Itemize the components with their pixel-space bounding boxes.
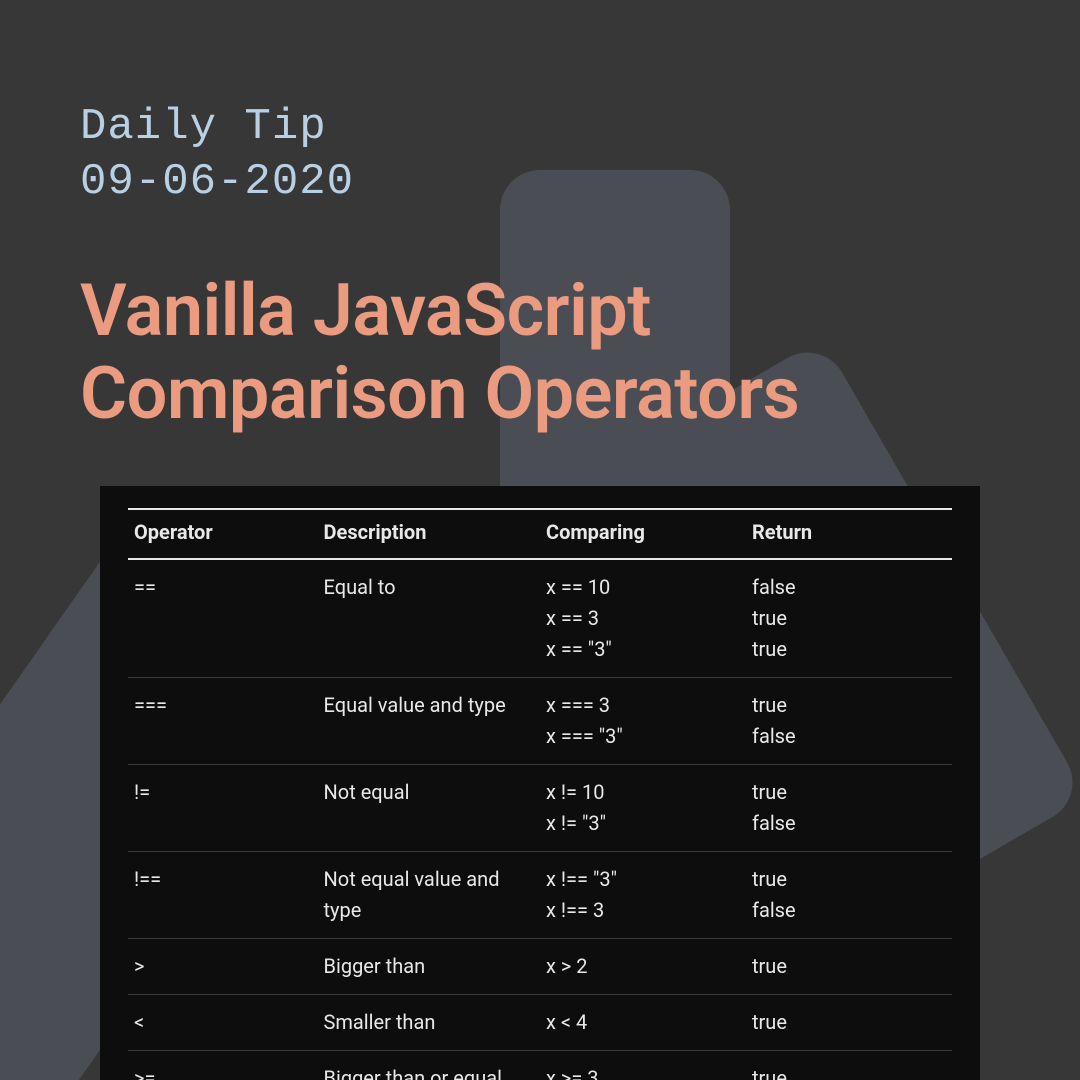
cell-return: falsetruetrue	[746, 559, 952, 678]
cell-description: Bigger than	[318, 938, 540, 994]
operators-table: Operator Description Comparing Return ==…	[128, 508, 952, 1080]
cell-operator: <	[128, 994, 318, 1050]
return-value: true	[752, 777, 946, 808]
return-value: true	[752, 603, 946, 634]
page-content: Daily Tip 09-06-2020 Vanilla JavaScript …	[0, 0, 1080, 1080]
table-row: ==Equal tox == 10x == 3x == "3"falsetrue…	[128, 559, 952, 678]
cell-comparing: x === 3x === "3"	[540, 677, 746, 764]
comparing-value: x !== "3"	[546, 864, 740, 895]
return-value: false	[752, 808, 946, 839]
cell-description: Equal to	[318, 559, 540, 678]
cell-comparing: x !== "3"x !== 3	[540, 851, 746, 938]
cell-description: Not equal value and type	[318, 851, 540, 938]
operators-table-card: Operator Description Comparing Return ==…	[100, 486, 980, 1080]
return-value: true	[752, 864, 946, 895]
cell-return: truefalse	[746, 851, 952, 938]
cell-description: Equal value and type	[318, 677, 540, 764]
col-header-operator: Operator	[128, 509, 318, 559]
kicker-label: Daily Tip	[80, 100, 1000, 155]
comparing-value: x != "3"	[546, 808, 740, 839]
table-header-row: Operator Description Comparing Return	[128, 509, 952, 559]
col-header-description: Description	[318, 509, 540, 559]
return-value: true	[752, 951, 946, 982]
cell-operator: ===	[128, 677, 318, 764]
comparing-value: x != 10	[546, 777, 740, 808]
comparing-value: x == 3	[546, 603, 740, 634]
return-value: true	[752, 634, 946, 665]
table-row: >Bigger thanx > 2 true	[128, 938, 952, 994]
return-value: true	[752, 690, 946, 721]
cell-return: true	[746, 994, 952, 1050]
comparing-value: x < 4	[546, 1007, 740, 1038]
table-row: >=Bigger than or equal x >= 3 true	[128, 1050, 952, 1080]
cell-comparing: x == 10x == 3x == "3"	[540, 559, 746, 678]
cell-comparing: x > 2	[540, 938, 746, 994]
col-header-return: Return	[746, 509, 952, 559]
comparing-value: x == "3"	[546, 634, 740, 665]
page-title: Vanilla JavaScript Comparison Operators	[80, 270, 1000, 436]
cell-operator: >	[128, 938, 318, 994]
return-value: false	[752, 895, 946, 926]
comparing-value: x === 3	[546, 690, 740, 721]
return-value: false	[752, 572, 946, 603]
cell-description: Bigger than or equal	[318, 1050, 540, 1080]
return-value: false	[752, 721, 946, 752]
comparing-value: x > 2	[546, 951, 740, 982]
cell-comparing: x != 10x != "3"	[540, 764, 746, 851]
cell-return: truefalse	[746, 764, 952, 851]
comparing-value: x === "3"	[546, 721, 740, 752]
cell-description: Not equal	[318, 764, 540, 851]
col-header-comparing: Comparing	[540, 509, 746, 559]
cell-operator: !==	[128, 851, 318, 938]
cell-comparing: x < 4	[540, 994, 746, 1050]
cell-comparing: x >= 3	[540, 1050, 746, 1080]
cell-operator: >=	[128, 1050, 318, 1080]
kicker: Daily Tip 09-06-2020	[80, 100, 1000, 210]
return-value: true	[752, 1063, 946, 1080]
table-row: ===Equal value and typex === 3x === "3"t…	[128, 677, 952, 764]
cell-description: Smaller than	[318, 994, 540, 1050]
kicker-date: 09-06-2020	[80, 155, 1000, 210]
table-row: !==Not equal value and typex !== "3"x !=…	[128, 851, 952, 938]
cell-return: true	[746, 1050, 952, 1080]
comparing-value: x >= 3	[546, 1063, 740, 1080]
comparing-value: x !== 3	[546, 895, 740, 926]
table-row: <Smaller thanx < 4 true	[128, 994, 952, 1050]
cell-return: truefalse	[746, 677, 952, 764]
cell-operator: !=	[128, 764, 318, 851]
cell-return: true	[746, 938, 952, 994]
comparing-value: x == 10	[546, 572, 740, 603]
table-row: !=Not equalx != 10x != "3"truefalse	[128, 764, 952, 851]
cell-operator: ==	[128, 559, 318, 678]
return-value: true	[752, 1007, 946, 1038]
